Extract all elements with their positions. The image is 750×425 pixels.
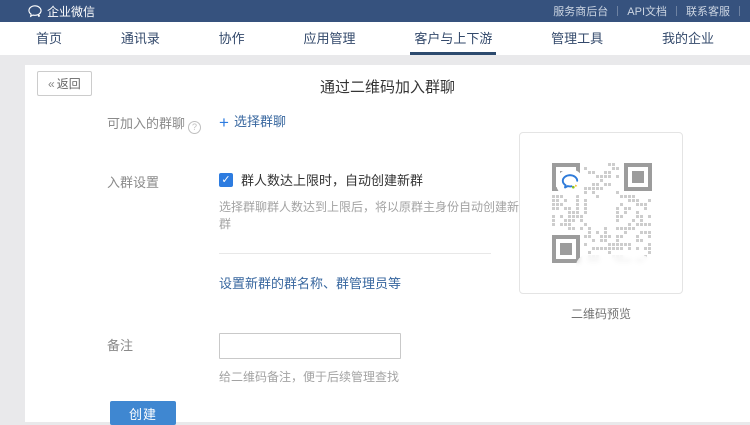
main-nav: 首页 通讯录 协作 应用管理 客户与上下游 管理工具 我的企业 xyxy=(0,22,750,55)
new-group-settings-link[interactable]: 设置新群的群名称、群管理员等 xyxy=(219,273,401,292)
auto-create-group-label[interactable]: 群人数达上限时，自动创建新群 xyxy=(241,170,423,189)
topbar-link-contact-support[interactable]: 联系客服 xyxy=(677,3,739,19)
settings-divider xyxy=(219,253,491,254)
create-button[interactable]: 创建 xyxy=(110,401,176,425)
topbar-link-provider-console[interactable]: 服务商后台 xyxy=(544,3,617,19)
remark-label: 备注 xyxy=(107,333,219,385)
remark-hint: 给二维码备注，便于后续管理查找 xyxy=(219,368,527,385)
brand[interactable]: 企业微信 xyxy=(28,3,95,20)
qr-preview-caption: 二维码预览 xyxy=(519,305,683,322)
plus-icon: + xyxy=(219,113,229,132)
joinable-groups-label: 可加入的群聊? xyxy=(107,111,219,134)
check-icon: ✓ xyxy=(221,174,230,186)
qr-blurred-area xyxy=(576,255,652,279)
row-joinable-groups: 可加入的群聊? + 选择群聊 xyxy=(107,111,527,134)
tab-contacts[interactable]: 通讯录 xyxy=(117,22,164,55)
content-panel: «返回 通过二维码加入群聊 可加入的群聊? + 选择群聊 入群设置 ✓ 群人数达上… xyxy=(25,65,750,422)
wechat-work-qr-logo-icon xyxy=(556,169,584,197)
auto-create-group-hint: 选择群聊群人数达到上限后，将以原群主身份自动创建新群 xyxy=(219,198,527,232)
remark-control: 给二维码备注，便于后续管理查找 xyxy=(219,333,527,385)
topbar-divider xyxy=(739,6,740,16)
tab-home[interactable]: 首页 xyxy=(32,22,66,55)
join-settings-label: 入群设置 xyxy=(107,170,219,292)
select-group-chat-link[interactable]: + 选择群聊 xyxy=(219,114,286,129)
panel-header: «返回 通过二维码加入群聊 xyxy=(25,65,750,97)
tab-app-management[interactable]: 应用管理 xyxy=(299,22,359,55)
info-icon[interactable]: ? xyxy=(188,121,201,134)
back-button[interactable]: «返回 xyxy=(37,71,92,96)
tab-customers-upstream-downstream[interactable]: 客户与上下游 xyxy=(410,22,496,55)
auto-create-group-option: ✓ 群人数达上限时，自动创建新群 xyxy=(219,170,527,189)
tab-my-company[interactable]: 我的企业 xyxy=(658,22,718,55)
brand-name: 企业微信 xyxy=(47,3,95,20)
tab-collaboration[interactable]: 协作 xyxy=(215,22,249,55)
back-chevron-icon: « xyxy=(48,77,55,91)
topbar: 企业微信 服务商后台 API文档 联系客服 xyxy=(0,0,750,22)
topbar-links: 服务商后台 API文档 联系客服 xyxy=(544,3,740,19)
row-join-settings: 入群设置 ✓ 群人数达上限时，自动创建新群 选择群聊群人数达到上限后，将以原群主… xyxy=(107,170,527,292)
auto-create-group-checkbox[interactable]: ✓ xyxy=(219,173,233,187)
wechat-work-logo-icon xyxy=(28,5,42,18)
remark-input[interactable] xyxy=(219,333,401,359)
row-remark: 备注 给二维码备注，便于后续管理查找 xyxy=(107,333,527,385)
back-button-label: 返回 xyxy=(57,77,81,91)
topbar-link-api-docs[interactable]: API文档 xyxy=(618,3,676,19)
join-settings-control: ✓ 群人数达上限时，自动创建新群 选择群聊群人数达到上限后，将以原群主身份自动创… xyxy=(219,170,527,292)
joinable-groups-control: + 选择群聊 xyxy=(219,111,527,134)
qr-preview-block: 二维码预览 xyxy=(519,132,683,322)
create-qr-form: 可加入的群聊? + 选择群聊 入群设置 ✓ 群人数达上限时，自动创建新群 选择群聊… xyxy=(107,111,527,385)
select-group-chat-label: 选择群聊 xyxy=(234,114,286,129)
tab-management-tools[interactable]: 管理工具 xyxy=(547,22,607,55)
page-title: 通过二维码加入群聊 xyxy=(25,65,750,97)
qr-preview-card xyxy=(519,132,683,294)
